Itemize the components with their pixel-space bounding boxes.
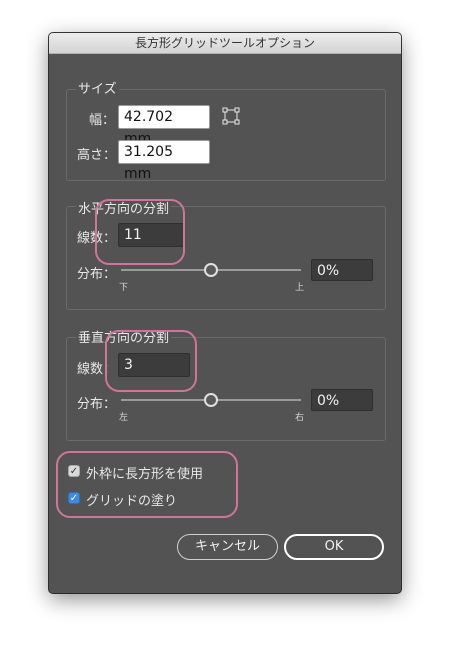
ok-button[interactable]: OK <box>284 534 384 560</box>
vertical-skew-label: 分布： <box>77 397 117 412</box>
vertical-max-label: 右 <box>295 413 305 423</box>
vertical-count-highlight <box>105 330 197 392</box>
height-field[interactable]: 31.205 mm <box>118 140 210 182</box>
horizontal-min-label: 下 <box>119 283 129 293</box>
horizontal-skew-label: 分布： <box>77 267 117 282</box>
size-legend: サイズ <box>76 78 119 97</box>
vertical-skew-knob[interactable] <box>204 393 218 407</box>
horizontal-skew-knob[interactable] <box>204 263 218 277</box>
size-group <box>66 89 386 181</box>
vertical-skew-field[interactable]: 0% <box>311 389 373 411</box>
dialog-title: 長方形グリッドツールオプション <box>49 33 401 54</box>
height-label: 高さ： <box>77 148 117 163</box>
cancel-button[interactable]: キャンセル <box>177 534 278 560</box>
reference-point-locator-icon[interactable] <box>221 106 241 126</box>
vertical-min-label: 左 <box>119 413 129 423</box>
horizontal-skew-field[interactable]: 0% <box>311 259 373 281</box>
width-field[interactable]: 42.702 mm <box>118 105 210 147</box>
horizontal-max-label: 上 <box>295 283 305 293</box>
options-highlight <box>56 451 238 518</box>
horizontal-count-highlight <box>95 199 185 265</box>
width-label: 幅： <box>89 113 116 128</box>
